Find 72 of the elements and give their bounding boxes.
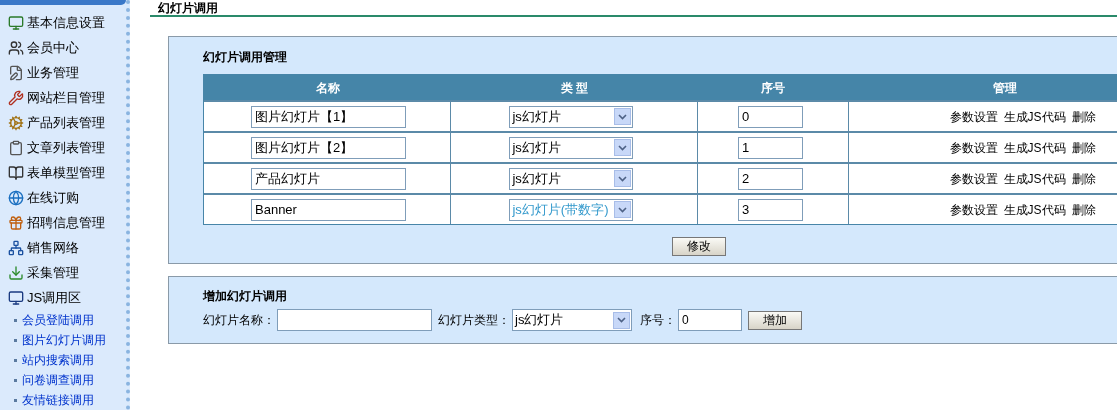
order-field[interactable]: 2 xyxy=(737,167,803,190)
order-label: 序号： xyxy=(640,312,676,329)
bullet-icon xyxy=(14,318,17,322)
globe-icon xyxy=(8,189,24,206)
name-field[interactable]: 产品幻灯片 xyxy=(251,167,406,190)
modify-button[interactable]: 修改 xyxy=(672,237,726,256)
order-field[interactable]: 1 xyxy=(737,136,803,159)
panel-title: 增加幻灯片调用 xyxy=(203,288,288,305)
order-field[interactable]: 3 xyxy=(737,198,803,221)
sidebar-item[interactable]: 业务管理 xyxy=(27,62,79,83)
bullet-icon xyxy=(14,398,17,402)
add-button[interactable]: 增加 xyxy=(748,310,802,330)
book-icon xyxy=(8,164,24,181)
sidebar-item[interactable]: 采集管理 xyxy=(27,262,79,283)
order-field[interactable]: 0 xyxy=(737,105,803,128)
type-select[interactable]: js幻灯片 xyxy=(509,136,634,159)
sidebar-item[interactable]: 文章列表管理 xyxy=(27,137,105,158)
action-link[interactable]: 删除 xyxy=(1071,169,1096,188)
gift-icon xyxy=(8,214,24,231)
sidebar-item[interactable]: 会员中心 xyxy=(27,37,79,58)
page-title: 幻灯片调用 xyxy=(158,1,218,15)
action-link[interactable]: 删除 xyxy=(1071,107,1096,126)
action-link[interactable]: 删除 xyxy=(1071,200,1096,219)
tools-icon xyxy=(8,89,24,106)
action-link[interactable]: 参数设置 xyxy=(949,107,998,126)
computer-icon xyxy=(8,14,24,31)
sidebar-item[interactable]: 基本信息设置 xyxy=(27,12,105,33)
action-link[interactable]: 生成JS代码 xyxy=(1003,107,1066,126)
type-label: 幻灯片类型： xyxy=(438,312,510,329)
sidebar-item[interactable]: 招聘信息管理 xyxy=(27,212,105,233)
sidebar-item[interactable]: 表单模型管理 xyxy=(27,162,105,183)
order-field[interactable]: 0 xyxy=(678,309,742,331)
column-header: 名称 xyxy=(314,79,341,97)
type-select[interactable]: js幻灯片 xyxy=(509,105,634,128)
sidebar-subitem[interactable]: 图片幻灯片调用 xyxy=(22,331,106,349)
sidebar-item[interactable]: 产品列表管理 xyxy=(27,112,105,133)
download-icon xyxy=(8,264,24,281)
action-link[interactable]: 生成JS代码 xyxy=(1003,169,1066,188)
sidebar-item[interactable]: 销售网络 xyxy=(27,237,79,258)
type-select[interactable]: js幻灯片 xyxy=(509,167,634,190)
computer-icon xyxy=(8,289,24,306)
people-icon xyxy=(8,39,24,56)
column-header: 类 型 xyxy=(560,79,590,97)
sidebar-subitem[interactable]: 友情链接调用 xyxy=(22,391,94,409)
network-icon xyxy=(8,239,24,256)
name-field[interactable]: Banner xyxy=(251,198,406,221)
sidebar-subitem[interactable]: 会员登陆调用 xyxy=(22,311,94,329)
action-link[interactable]: 参数设置 xyxy=(949,169,998,188)
name-label: 幻灯片名称： xyxy=(203,312,275,329)
sidebar-item[interactable]: 网站栏目管理 xyxy=(27,87,105,108)
column-header: 管理 xyxy=(992,79,1019,97)
action-link[interactable]: 删除 xyxy=(1071,138,1096,157)
document-edit-icon xyxy=(8,64,24,81)
gear-icon xyxy=(8,114,24,131)
name-field[interactable]: 图片幻灯片【1】 xyxy=(251,105,406,128)
name-field[interactable] xyxy=(277,309,432,331)
sidebar-subitem[interactable]: 问卷调查调用 xyxy=(22,371,94,389)
type-select[interactable]: js幻灯片 xyxy=(512,309,632,331)
panel-title: 幻灯片调用管理 xyxy=(203,49,288,66)
bullet-icon xyxy=(14,378,17,382)
sidebar-item[interactable]: JS调用区 xyxy=(27,287,82,308)
column-header: 序号 xyxy=(760,79,787,97)
action-link[interactable]: 参数设置 xyxy=(949,138,998,157)
action-link[interactable]: 生成JS代码 xyxy=(1003,200,1066,219)
name-field[interactable]: 图片幻灯片【2】 xyxy=(251,136,406,159)
sidebar-item[interactable]: 在线订购 xyxy=(27,187,79,208)
bullet-icon xyxy=(14,338,17,342)
action-link[interactable]: 生成JS代码 xyxy=(1003,138,1066,157)
clipboard-icon xyxy=(8,139,24,156)
bullet-icon xyxy=(14,358,17,362)
action-link[interactable]: 参数设置 xyxy=(949,200,998,219)
sidebar-subitem[interactable]: 站内搜索调用 xyxy=(22,351,94,369)
